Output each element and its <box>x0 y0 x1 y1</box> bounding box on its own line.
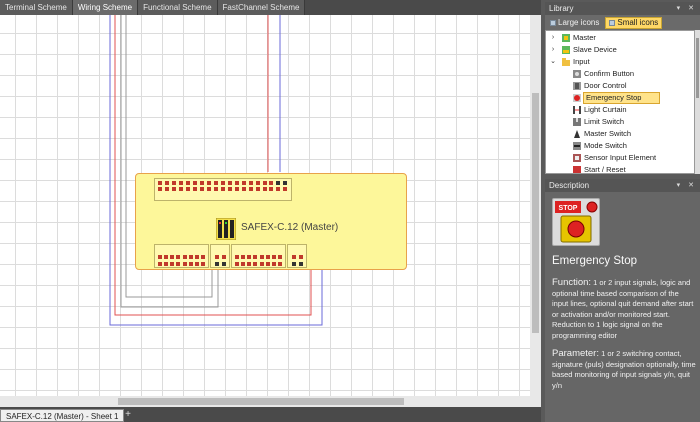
library-header: Library ▾ ✕ <box>545 2 700 15</box>
parameter-label: Parameter: <box>552 348 599 359</box>
bottom-terminal-block-2 <box>210 244 230 268</box>
tree-item-slave-device[interactable]: › Slave Device <box>546 44 694 56</box>
description-header: Description ▾ ✕ <box>545 179 700 192</box>
tree-item-emergency-stop[interactable]: Emergency Stop <box>546 92 694 104</box>
tab-functional-scheme[interactable]: Functional Scheme <box>138 0 218 15</box>
door-control-icon <box>573 82 581 90</box>
wiring-canvas[interactable]: SAFEX-C.12 (Master) <box>0 15 530 407</box>
description-panel-controls[interactable]: ▾ ✕ <box>677 179 697 192</box>
limit-switch-icon <box>573 118 581 126</box>
sheet-tab-bar: SAFEX-C.12 (Master) - Sheet 1 + <box>0 407 541 422</box>
light-curtain-icon <box>573 106 581 114</box>
description-panel: STOP Emergency Stop Function: 1 or 2 inp… <box>545 192 700 422</box>
add-sheet-button[interactable]: + <box>122 408 134 421</box>
selected-component-name: Emergency Stop <box>552 255 638 267</box>
function-description: Function: 1 or 2 input signals, logic an… <box>552 277 697 341</box>
tab-terminal-scheme[interactable]: Terminal Scheme <box>0 0 73 15</box>
bottom-terminal-block-4 <box>287 244 307 268</box>
library-panel-controls[interactable]: ▾ ✕ <box>677 2 697 15</box>
small-icons-button[interactable]: Small icons <box>605 16 663 29</box>
folder-icon <box>562 58 570 66</box>
confirm-button-icon <box>573 70 581 78</box>
library-scrollbar[interactable] <box>695 30 700 174</box>
library-title: Library <box>549 4 574 13</box>
mode-switch-icon <box>573 142 581 150</box>
safex-master-module[interactable]: SAFEX-C.12 (Master) <box>135 173 407 270</box>
tab-wiring-scheme[interactable]: Wiring Scheme <box>72 0 139 15</box>
bottom-terminal-block-1 <box>154 244 209 268</box>
slave-device-icon <box>562 46 570 54</box>
master-icon <box>562 34 570 42</box>
tree-item-start-reset[interactable]: Start / Reset <box>546 164 694 173</box>
emergency-stop-large-icon: STOP <box>552 198 600 246</box>
tree-item-master-switch[interactable]: Master Switch <box>546 128 694 140</box>
parameter-description: Parameter: 1 or 2 switching contact, sig… <box>552 348 697 391</box>
tree-item-confirm-button[interactable]: Confirm Button <box>546 68 694 80</box>
chevron-down-icon[interactable]: ⌄ <box>550 56 556 68</box>
small-icons-icon <box>609 19 616 26</box>
tree-item-input[interactable]: ⌄ Input <box>546 56 694 68</box>
large-icons-button[interactable]: Large icons <box>547 17 602 29</box>
bottom-terminal-block-3 <box>231 244 286 268</box>
library-toolbar: Large icons Small icons <box>545 15 700 30</box>
scheme-tab-bar: Terminal Scheme Wiring Scheme Functional… <box>0 0 541 15</box>
description-title: Description <box>549 181 590 190</box>
top-terminal-block <box>154 178 292 201</box>
start-reset-icon <box>573 166 581 173</box>
tree-item-master[interactable]: › Master <box>546 32 694 44</box>
tree-item-sensor-input-element[interactable]: Sensor Input Element <box>546 152 694 164</box>
tab-fastchannel-scheme[interactable]: FastChannel Scheme <box>217 0 306 15</box>
library-tree: › Master › Slave Device ⌄ Input Confirm … <box>545 30 695 174</box>
module-device-icon <box>215 217 237 241</box>
function-label: Function: <box>552 277 592 288</box>
tree-item-light-curtain[interactable]: Light Curtain <box>546 104 694 116</box>
chevron-right-icon[interactable]: › <box>550 44 556 56</box>
svg-text:STOP: STOP <box>559 205 578 212</box>
tree-item-door-control[interactable]: Door Control <box>546 80 694 92</box>
tree-item-limit-switch[interactable]: Limit Switch <box>546 116 694 128</box>
sensor-input-icon <box>573 154 581 162</box>
canvas-horizontal-scrollbar[interactable] <box>0 396 530 407</box>
canvas-vertical-scrollbar[interactable] <box>530 15 541 407</box>
large-icons-icon <box>550 19 556 26</box>
chevron-right-icon[interactable]: › <box>550 32 556 44</box>
sheet-tab[interactable]: SAFEX-C.12 (Master) - Sheet 1 <box>0 409 125 422</box>
tree-item-mode-switch[interactable]: Mode Switch <box>546 140 694 152</box>
master-switch-icon <box>573 130 581 138</box>
module-title: SAFEX-C.12 (Master) <box>241 222 339 233</box>
emergency-stop-icon <box>573 94 581 102</box>
